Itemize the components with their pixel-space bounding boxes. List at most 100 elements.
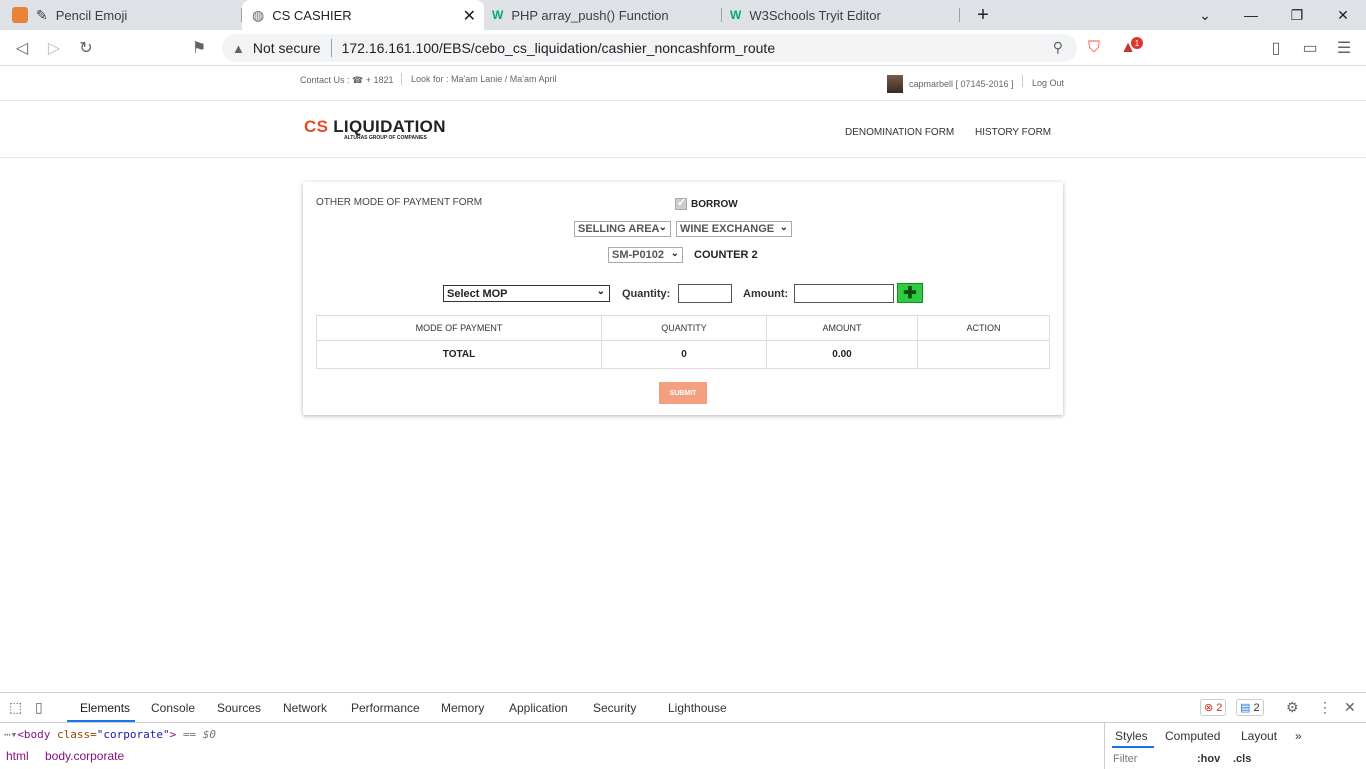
logout-link[interactable]: Log Out bbox=[1032, 78, 1064, 88]
user-info: capmarbell [ 07145-2016 ] bbox=[887, 75, 1014, 93]
main-navbar: CS LIQUIDATION ALTURAS GROUP OF COMPANIE… bbox=[0, 101, 1366, 158]
tab-w3schools-tryit[interactable]: W W3Schools Tryit Editor bbox=[722, 0, 960, 30]
add-payment-button[interactable]: ✚ bbox=[897, 283, 923, 303]
w3schools-icon: W bbox=[492, 8, 504, 22]
logo-text: LIQUIDATION bbox=[328, 117, 446, 136]
close-window-button[interactable]: ✕ bbox=[1320, 0, 1366, 30]
amount-label: Amount: bbox=[743, 288, 789, 300]
cls-toggle[interactable]: .cls bbox=[1233, 753, 1251, 765]
error-count-badge[interactable]: ⊗ 2 bbox=[1200, 699, 1227, 716]
total-amount: 0.00 bbox=[766, 340, 918, 369]
forward-button[interactable]: ▷ bbox=[42, 36, 66, 60]
tab-title: PHP array_push() Function bbox=[511, 7, 669, 23]
selling-area-select[interactable]: SELLING AREA ⌄ bbox=[574, 221, 671, 237]
col-quantity: QUANTITY bbox=[601, 315, 767, 341]
url-text[interactable]: 172.16.161.100/EBS/cebo_cs_liquidation/c… bbox=[342, 40, 776, 56]
w3schools-icon: W bbox=[730, 8, 742, 22]
avatar bbox=[887, 75, 903, 93]
tab-search-chevron-icon[interactable]: ⌄ bbox=[1182, 0, 1228, 30]
error-icon: ⊗ bbox=[1204, 702, 1214, 714]
total-label: TOTAL bbox=[316, 340, 602, 369]
back-button[interactable]: ◁ bbox=[10, 36, 34, 60]
address-bar[interactable]: ▲ Not secure 172.16.161.100/EBS/cebo_cs_… bbox=[222, 34, 1077, 62]
wine-exchange-select[interactable]: WINE EXCHANGE ⌄ bbox=[676, 221, 792, 237]
hov-toggle[interactable]: :hov bbox=[1197, 753, 1220, 765]
borrow-checkbox-group[interactable]: BORROW bbox=[675, 196, 738, 210]
nav-denomination-form[interactable]: DENOMINATION FORM bbox=[845, 127, 954, 138]
close-icon[interactable]: ✕ bbox=[463, 6, 476, 26]
col-mode-of-payment: MODE OF PAYMENT bbox=[316, 315, 602, 341]
devtools-tab-network[interactable]: Network bbox=[283, 701, 327, 715]
contact-info: Contact Us : ☎ + 1821 bbox=[300, 75, 394, 85]
devtools-tab-security[interactable]: Security bbox=[593, 701, 636, 715]
bookmark-icon[interactable]: ⚑ bbox=[187, 36, 211, 60]
close-icon[interactable]: ✕ bbox=[1344, 699, 1356, 716]
notification-badge: 1 bbox=[1131, 37, 1143, 49]
plus-icon: ✚ bbox=[903, 285, 917, 302]
tab-cs-cashier[interactable]: ◍ CS CASHIER ✕ bbox=[242, 0, 484, 30]
devtools-tab-memory[interactable]: Memory bbox=[441, 701, 484, 715]
message-count: 2 bbox=[1253, 701, 1260, 714]
logo-prefix: CS bbox=[304, 117, 329, 136]
page-content: Contact Us : ☎ + 1821 Look for : Ma'am L… bbox=[0, 67, 1366, 692]
payments-table: MODE OF PAYMENT QUANTITY AMOUNT ACTION T… bbox=[316, 315, 1050, 369]
gear-icon[interactable]: ⚙ bbox=[1286, 699, 1299, 716]
message-icon: ▤ bbox=[1240, 702, 1251, 714]
more-tabs-icon[interactable]: » bbox=[1295, 729, 1302, 743]
mop-value: Select MOP bbox=[447, 287, 508, 300]
brave-shield-icon[interactable]: ⛉ bbox=[1082, 36, 1106, 60]
styles-filter-input[interactable]: Filter bbox=[1113, 753, 1137, 765]
dom-tag: <body bbox=[17, 728, 57, 741]
tab-title: CS CASHIER bbox=[272, 7, 352, 23]
devtools-tab-lighthouse[interactable]: Lighthouse bbox=[668, 701, 727, 715]
wallet-icon[interactable]: ▭ bbox=[1298, 36, 1322, 60]
menu-icon[interactable]: ☰ bbox=[1332, 36, 1356, 60]
devtools-tab-application[interactable]: Application bbox=[509, 701, 568, 715]
tab-title: Pencil Emoji bbox=[55, 7, 128, 23]
sidebar-icon[interactable]: ▯ bbox=[1264, 36, 1288, 60]
logo[interactable]: CS LIQUIDATION ALTURAS GROUP OF COMPANIE… bbox=[304, 117, 446, 141]
security-label: Not secure bbox=[252, 40, 321, 56]
tab-php-array-push[interactable]: W PHP array_push() Function bbox=[484, 0, 722, 30]
browser-toolbar: ◁ ▷ ↻ ⚑ ▲ Not secure 172.16.161.100/EBS/… bbox=[0, 30, 1366, 66]
tab-pencil-emoji[interactable]: ✎ Pencil Emoji bbox=[0, 0, 242, 30]
table-header-row: MODE OF PAYMENT QUANTITY AMOUNT ACTION bbox=[316, 315, 1050, 341]
restore-button[interactable]: ❐ bbox=[1274, 0, 1320, 30]
devtools-tab-sources[interactable]: Sources bbox=[217, 701, 261, 715]
username: capmarbell [ 07145-2016 ] bbox=[909, 79, 1014, 89]
new-tab-button[interactable]: + bbox=[960, 0, 1006, 30]
tab-title: W3Schools Tryit Editor bbox=[749, 7, 881, 23]
nav-history-form[interactable]: HISTORY FORM bbox=[975, 127, 1051, 138]
minimize-button[interactable]: — bbox=[1228, 0, 1274, 30]
total-quantity: 0 bbox=[601, 340, 767, 369]
tab-layout[interactable]: Layout bbox=[1241, 729, 1277, 743]
quantity-input[interactable] bbox=[678, 284, 732, 303]
total-row: TOTAL 0 0.00 bbox=[316, 340, 1050, 369]
devtools-tab-console[interactable]: Console bbox=[151, 701, 195, 715]
more-options-icon[interactable]: ⋮ bbox=[1318, 699, 1332, 716]
devtools-tab-performance[interactable]: Performance bbox=[351, 701, 420, 715]
zoom-icon[interactable]: ⚲ bbox=[1053, 39, 1063, 56]
reload-button[interactable]: ↻ bbox=[74, 36, 98, 60]
borrow-label: BORROW bbox=[691, 198, 738, 210]
tab-styles[interactable]: Styles bbox=[1115, 729, 1148, 743]
amount-input[interactable] bbox=[794, 284, 894, 303]
submit-button[interactable]: SUBMIT bbox=[659, 382, 707, 404]
breadcrumb-html[interactable]: html bbox=[6, 749, 29, 763]
message-count-badge[interactable]: ▤ 2 bbox=[1236, 699, 1264, 716]
terminal-select[interactable]: SM-P0102 ⌄ bbox=[608, 247, 683, 263]
counter-label: COUNTER 2 bbox=[694, 249, 758, 261]
inspect-icon[interactable]: ⬚ bbox=[9, 699, 22, 716]
chevron-down-icon: ⌄ bbox=[658, 222, 667, 233]
device-toggle-icon[interactable]: ▯ bbox=[35, 699, 43, 716]
tab-computed[interactable]: Computed bbox=[1165, 729, 1220, 743]
total-action bbox=[917, 340, 1050, 369]
devtools-tabbar: ⬚ ▯ Elements Console Sources Network Per… bbox=[0, 693, 1366, 723]
brave-icon bbox=[12, 7, 28, 23]
mop-select[interactable]: Select MOP ⌄ bbox=[443, 285, 610, 302]
borrow-checkbox[interactable] bbox=[675, 196, 687, 210]
devtools-tab-elements[interactable]: Elements bbox=[80, 701, 130, 715]
breadcrumb-body[interactable]: body.corporate bbox=[45, 749, 124, 763]
col-action: ACTION bbox=[917, 315, 1050, 341]
dom-selected-line[interactable]: ⋯▾<body class="corporate"> == $0 bbox=[4, 728, 216, 741]
